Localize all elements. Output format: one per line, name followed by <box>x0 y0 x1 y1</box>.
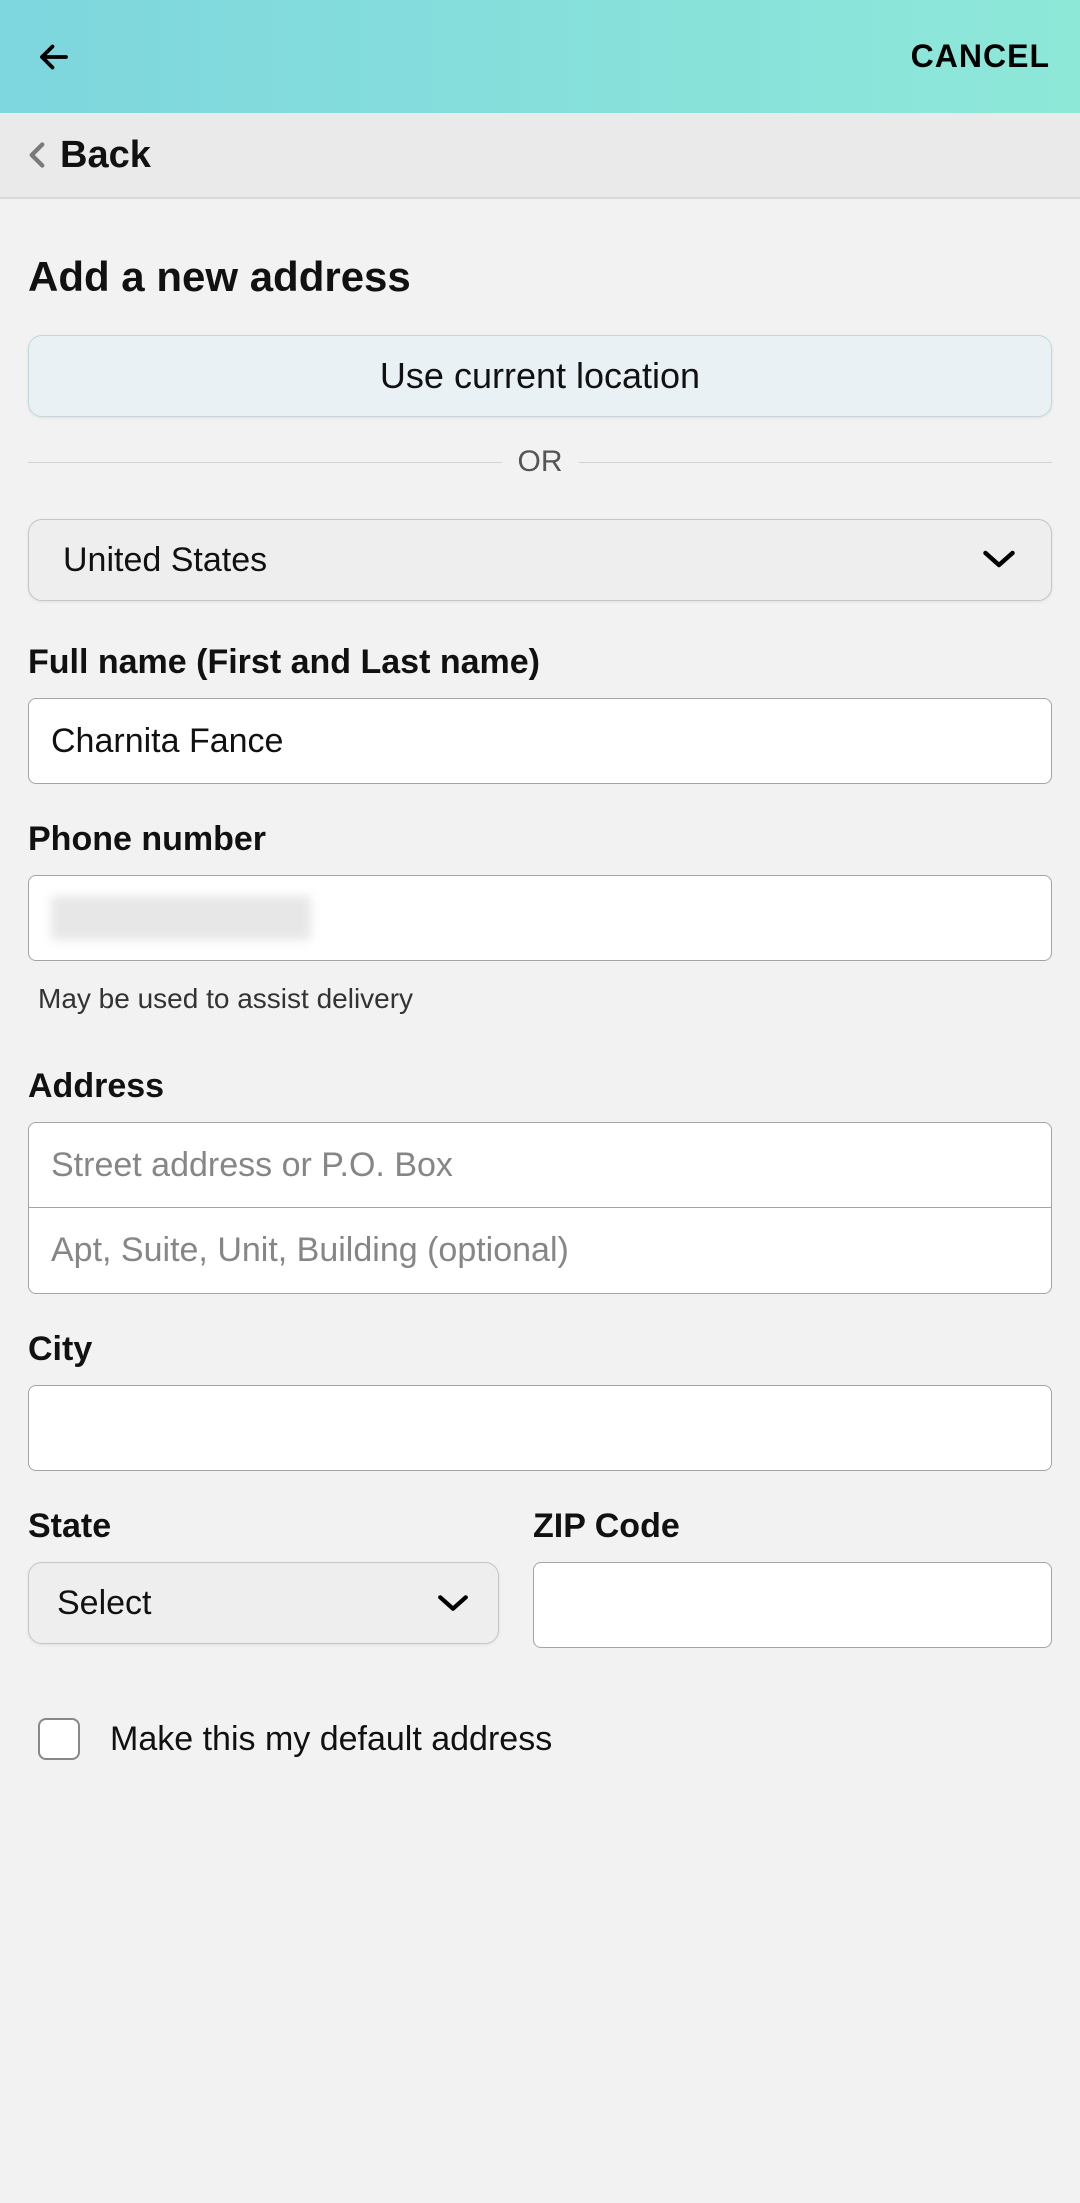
state-zip-row: State Select ZIP Code <box>28 1501 1052 1648</box>
page-title: Add a new address <box>28 253 1052 301</box>
city-input-wrapper <box>28 1385 1052 1471</box>
country-select[interactable]: United States <box>28 519 1052 601</box>
street-input-wrapper <box>28 1122 1052 1208</box>
or-text: OR <box>502 445 579 479</box>
address-label: Address <box>28 1067 1052 1106</box>
cancel-button[interactable]: CANCEL <box>911 38 1050 75</box>
city-input[interactable] <box>51 1409 1029 1448</box>
use-location-label: Use current location <box>380 355 700 397</box>
divider-line-left <box>28 462 502 463</box>
chevron-left-icon <box>28 141 46 169</box>
default-address-checkbox[interactable] <box>38 1718 80 1760</box>
phone-help-text: May be used to assist delivery <box>28 983 1052 1015</box>
zip-input[interactable] <box>556 1586 1029 1625</box>
state-label: State <box>28 1507 499 1546</box>
default-address-label: Make this my default address <box>110 1720 552 1759</box>
fullname-input[interactable] <box>51 722 1029 761</box>
app-top-bar: CANCEL <box>0 0 1080 113</box>
chevron-down-icon <box>981 541 1017 580</box>
apt-input[interactable] <box>51 1231 1029 1270</box>
phone-redacted-value <box>51 896 311 940</box>
fullname-label: Full name (First and Last name) <box>28 643 1052 682</box>
city-label: City <box>28 1330 1052 1369</box>
divider-line-right <box>579 462 1053 463</box>
use-location-button[interactable]: Use current location <box>28 335 1052 417</box>
phone-label: Phone number <box>28 820 1052 859</box>
zip-input-wrapper <box>533 1562 1052 1648</box>
or-divider: OR <box>28 445 1052 479</box>
fullname-input-wrapper <box>28 698 1052 784</box>
state-selected-value: Select <box>57 1584 152 1623</box>
phone-input[interactable] <box>28 875 1052 961</box>
back-arrow-icon[interactable] <box>30 33 78 81</box>
chevron-down-icon <box>436 1584 470 1623</box>
breadcrumb-label: Back <box>60 134 151 177</box>
address-input-group <box>28 1122 1052 1294</box>
apt-input-wrapper <box>28 1208 1052 1294</box>
country-selected-value: United States <box>63 541 267 580</box>
breadcrumb[interactable]: Back <box>0 113 1080 199</box>
street-input[interactable] <box>51 1146 1029 1185</box>
default-address-row: Make this my default address <box>28 1718 1052 1760</box>
state-select[interactable]: Select <box>28 1562 499 1644</box>
zip-label: ZIP Code <box>533 1507 1052 1546</box>
